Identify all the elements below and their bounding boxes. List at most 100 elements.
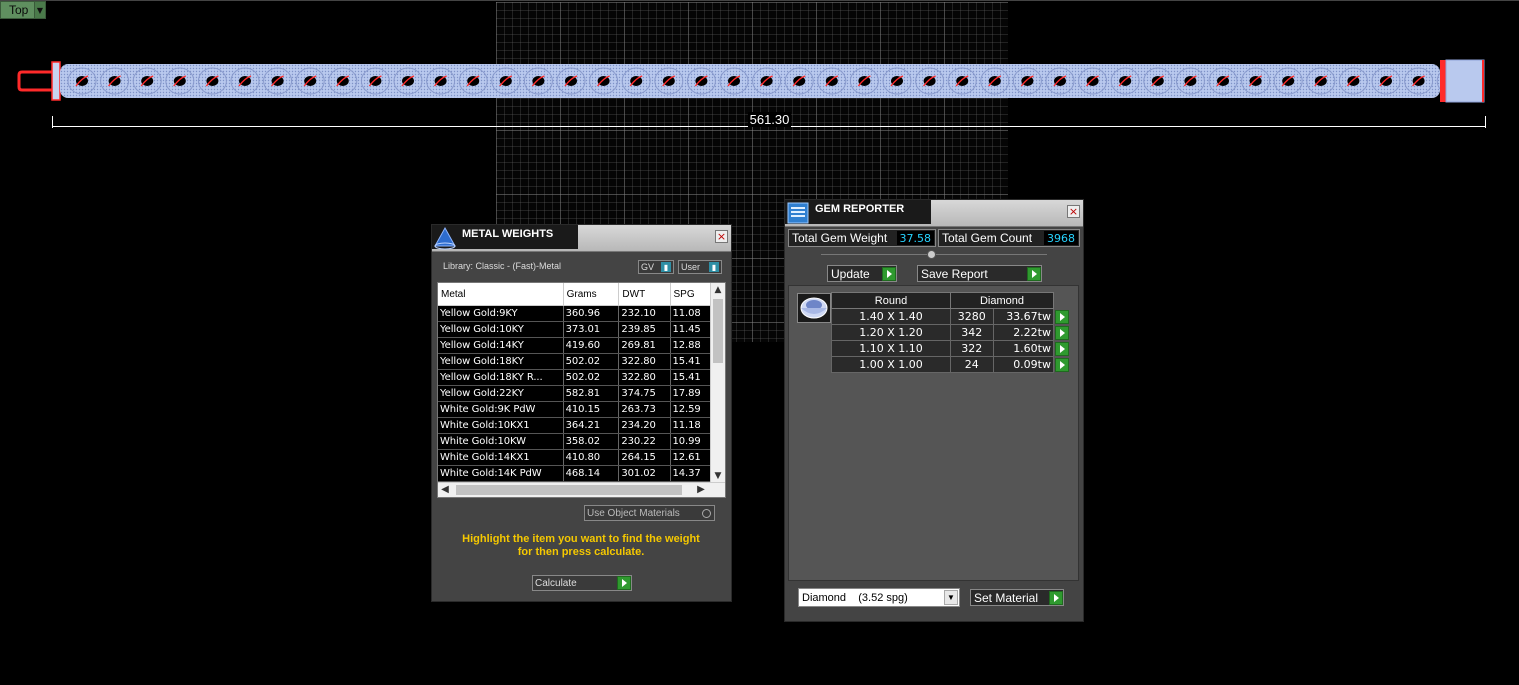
view-label-text: Top: [9, 3, 29, 17]
total-gem-weight: Total Gem Weight 37.58: [788, 229, 936, 247]
cell-dwt: 301.02: [618, 465, 671, 482]
cell-grams: 358.02: [563, 433, 620, 450]
metal-weights-panel: METAL WEIGHTS × Library: Classic - (Fast…: [431, 224, 732, 602]
metal-weights-logo-icon: [432, 225, 458, 251]
chevron-down-icon[interactable]: ▼: [944, 590, 958, 605]
cell-count: 342: [950, 324, 994, 341]
cell-metal: White Gold:10KX1: [438, 417, 564, 434]
cell-grams: 410.15: [563, 401, 620, 418]
cell-metal: White Gold:9K PdW: [438, 401, 564, 418]
instruction-text: Highlight the item you want to find the …: [432, 533, 730, 559]
cell-count: 322: [950, 340, 994, 357]
table-row[interactable]: White Gold:9K PdW 410.15 263.73 12.59: [438, 401, 712, 418]
metal-weights-close-icon[interactable]: ×: [715, 230, 728, 243]
cell-dwt: 374.75: [618, 385, 671, 402]
calculate-button[interactable]: Calculate: [532, 575, 632, 591]
save-report-button[interactable]: Save Report: [917, 265, 1042, 282]
scroll-down-icon[interactable]: ▼: [711, 469, 725, 483]
table-row[interactable]: White Gold:14K PdW 468.14 301.02 14.37: [438, 465, 712, 482]
metal-weights-header[interactable]: METAL WEIGHTS ×: [432, 225, 731, 252]
clasp-box: [1445, 59, 1485, 103]
clasp-tongue: [17, 70, 56, 92]
column-header-spg[interactable]: SPG: [670, 283, 712, 306]
gem-reporter-panel: GEM REPORTER × Total Gem Weight 37.58 To…: [784, 199, 1084, 622]
toggle-indicator-icon: ▮: [661, 262, 671, 272]
table-row[interactable]: Yellow Gold:10KY 373.01 239.85 11.45: [438, 321, 712, 338]
play-icon[interactable]: [617, 576, 631, 590]
table-row[interactable]: Yellow Gold:22KY 582.81 374.75 17.89: [438, 385, 712, 402]
gv-toggle[interactable]: GV ▮: [638, 260, 674, 274]
table-row[interactable]: 1.10 X 1.10 322 1.60tw: [831, 340, 1071, 357]
table-row[interactable]: 1.00 X 1.00 24 0.09tw: [831, 356, 1071, 373]
table-row[interactable]: White Gold:14KX1 410.80 264.15 12.61: [438, 449, 712, 466]
chain-body: [60, 64, 1440, 98]
cell-dwt: 230.22: [618, 433, 671, 450]
library-label: Library: Classic - (Fast)-Metal: [443, 261, 562, 271]
user-toggle[interactable]: User ▮: [678, 260, 722, 274]
column-header-metal[interactable]: Metal: [438, 283, 564, 306]
cell-spg: 14.37: [670, 465, 712, 482]
bracelet-model[interactable]: [0, 40, 1519, 110]
cell-grams: 502.02: [563, 353, 620, 370]
scroll-thumb[interactable]: [456, 485, 682, 495]
play-icon[interactable]: [882, 266, 896, 281]
cell-grams: 360.96: [563, 305, 620, 322]
cell-size: 1.00 X 1.00: [831, 356, 951, 373]
play-icon[interactable]: [1049, 590, 1063, 605]
cell-spg: 15.41: [670, 353, 712, 370]
instruction-line-2: for then press calculate.: [517, 546, 645, 558]
table-row[interactable]: 1.40 X 1.40 3280 33.67tw: [831, 308, 1071, 325]
select-row-icon[interactable]: [1055, 325, 1069, 340]
cell-metal: Yellow Gold:18KY: [438, 353, 564, 370]
cell-dwt: 322.80: [618, 369, 671, 386]
cell-spg: 10.99: [670, 433, 712, 450]
scroll-thumb[interactable]: [713, 299, 723, 363]
cell-dwt: 234.20: [618, 417, 671, 434]
scroll-right-icon[interactable]: ▶: [694, 483, 708, 497]
table-row[interactable]: Yellow Gold:14KY 419.60 269.81 12.88: [438, 337, 712, 354]
cell-dwt: 239.85: [618, 321, 671, 338]
select-row-icon[interactable]: [1055, 341, 1069, 356]
gem-table: Round Diamond 1.40 X 1.40 3280 33.67tw 1…: [831, 292, 1071, 373]
select-row-icon[interactable]: [1055, 357, 1069, 372]
table-row[interactable]: Yellow Gold:9KY 360.96 232.10 11.08: [438, 305, 712, 322]
table-row[interactable]: Yellow Gold:18KY 502.02 322.80 15.41: [438, 353, 712, 370]
cell-spg: 12.61: [670, 449, 712, 466]
cell-spg: 12.88: [670, 337, 712, 354]
cell-dwt: 269.81: [618, 337, 671, 354]
column-header-dwt[interactable]: DWT: [618, 283, 671, 306]
chevron-down-icon[interactable]: ▼: [34, 2, 45, 18]
update-button[interactable]: Update: [827, 265, 897, 282]
select-row-icon[interactable]: [1055, 309, 1069, 324]
metal-table[interactable]: Metal Grams DWT SPG Yellow Gold:9KY 360.9…: [437, 282, 726, 498]
column-header-round: Round: [831, 292, 951, 309]
column-header-grams[interactable]: Grams: [563, 283, 620, 306]
table-row[interactable]: 1.20 X 1.20 342 2.22tw: [831, 324, 1071, 341]
play-icon[interactable]: [1027, 266, 1041, 281]
metal-table-vertical-scrollbar[interactable]: ▲ ▼: [710, 283, 725, 483]
round-gem-icon[interactable]: [797, 293, 831, 323]
metal-table-horizontal-scrollbar[interactable]: ◀ ▶: [438, 482, 725, 497]
radio-icon: [702, 508, 711, 518]
gem-reporter-header[interactable]: GEM REPORTER ×: [785, 200, 1083, 227]
set-material-button[interactable]: Set Material: [970, 589, 1064, 606]
use-object-materials-toggle[interactable]: Use Object Materials: [584, 505, 715, 521]
table-row[interactable]: White Gold:10KX1 364.21 234.20 11.18: [438, 417, 712, 434]
clasp-box-edge: [1440, 60, 1446, 102]
scroll-left-icon[interactable]: ◀: [438, 483, 452, 497]
toggle-indicator-icon: ▮: [709, 262, 719, 272]
scroll-up-icon[interactable]: ▲: [711, 283, 725, 297]
table-row[interactable]: Yellow Gold:18KY R... 502.02 322.80 15.41: [438, 369, 712, 386]
cell-size: 1.20 X 1.20: [831, 324, 951, 341]
table-row[interactable]: White Gold:10KW 358.02 230.22 10.99: [438, 433, 712, 450]
gem-reporter-close-icon[interactable]: ×: [1067, 205, 1080, 218]
view-selector[interactable]: Top ▼: [0, 1, 46, 19]
cell-count: 3280: [950, 308, 994, 325]
cell-grams: 410.80: [563, 449, 620, 466]
gem-slider-handle[interactable]: [927, 250, 936, 259]
cell-dwt: 264.15: [618, 449, 671, 466]
material-select[interactable]: Diamond (3.52 spg) ▼: [798, 588, 960, 607]
cell-grams: 373.01: [563, 321, 620, 338]
cell-metal: White Gold:14K PdW: [438, 465, 564, 482]
viewport[interactable]: Top ▼ 561.30: [0, 0, 1519, 685]
